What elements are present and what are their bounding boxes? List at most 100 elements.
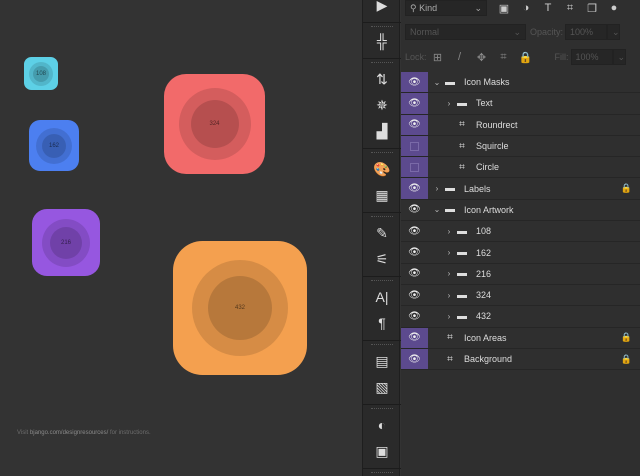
chevron-right-icon[interactable]: › <box>444 248 454 257</box>
fill-input[interactable]: 100% <box>570 49 613 65</box>
properties-icon[interactable]: ▤ <box>363 351 401 371</box>
libraries-icon[interactable]: ▣ <box>363 441 401 461</box>
play-icon[interactable]: ▶ <box>363 0 401 15</box>
icon-label: 216 <box>50 226 82 259</box>
eye-icon[interactable]: 👁 <box>401 327 428 348</box>
layer-row[interactable]: ⌗ Circle <box>401 157 640 179</box>
instructions-link[interactable]: bjango.com/designresources/ <box>30 430 108 436</box>
icon-324[interactable]: 324 <box>164 74 265 174</box>
chevron-down-icon: ⌄ <box>474 2 482 13</box>
notes-icon[interactable]: ▧ <box>363 377 401 397</box>
blend-mode-value: Normal <box>410 27 440 37</box>
footer-prefix: Visit <box>17 430 30 436</box>
eye-icon[interactable]: 👁 <box>401 114 428 135</box>
lock-artboard-icon[interactable]: ⌗ <box>493 51 515 64</box>
icon-216[interactable]: 216 <box>32 209 100 276</box>
opacity-dropdown[interactable]: ⌄ <box>607 24 621 40</box>
layer-row[interactable]: 👁 › ▬ Labels 🔒 <box>401 178 640 200</box>
lock-icon: 🔒 <box>620 183 632 194</box>
blend-mode-select[interactable]: Normal ⌄ <box>405 24 526 40</box>
image-filter-icon[interactable]: ▣ <box>493 2 515 15</box>
layer-name: Background <box>464 354 513 364</box>
smart-object-filter-icon[interactable]: ❐ <box>581 2 603 15</box>
brush-settings-icon[interactable]: ⚟ <box>363 249 401 269</box>
eye-icon[interactable]: 👁 <box>401 306 428 326</box>
visibility-toggle[interactable] <box>401 157 428 178</box>
color-palette-icon[interactable]: 🎨 <box>363 159 401 179</box>
icon-432[interactable]: 432 <box>173 241 307 375</box>
layer-row[interactable]: 👁 ⌗ Background 🔒 <box>401 348 640 371</box>
lock-pixels-icon[interactable]: ⊞ <box>427 51 449 64</box>
opacity-label: Opacity: <box>530 27 564 37</box>
layer-row[interactable]: 👁 ⌄ ▬ Icon Artwork <box>401 200 640 222</box>
icon-label: 162 <box>42 133 66 158</box>
icon-108[interactable]: 108 <box>24 57 58 90</box>
layer-name: Roundrect <box>476 119 518 130</box>
layers-panel: ⚲ Kind ⌄ ▣ ◑ T ⌗ ❐ ● Normal ⌄ Opacity: 100… <box>401 0 640 476</box>
filter-toggle[interactable]: ● <box>603 2 625 14</box>
shape-layer-icon: ⌗ <box>447 353 453 365</box>
paragraph-icon[interactable]: ¶ <box>363 313 401 333</box>
layer-row[interactable]: 👁 › ▬ 108 <box>401 221 640 243</box>
chevron-down-icon[interactable]: ⌄ <box>432 78 442 87</box>
adjustment-filter-icon[interactable]: ◑ <box>515 2 537 14</box>
layer-row[interactable]: 👁 ⌄ ▬ Icon Masks <box>401 72 640 94</box>
shape-layer-icon: ⌗ <box>459 119 465 131</box>
character-icon[interactable]: A| <box>363 287 401 307</box>
timeline-icon[interactable]: ╬ <box>363 31 401 51</box>
layer-name: Labels <box>464 183 491 194</box>
eye-icon[interactable]: 👁 <box>401 242 428 262</box>
fill-dropdown[interactable]: ⌄ <box>612 49 626 65</box>
lock-icon: 🔒 <box>620 332 632 343</box>
history-icon[interactable]: ⇅ <box>363 69 401 89</box>
layer-row[interactable]: ⌗ Squircle <box>401 135 640 158</box>
histogram-icon[interactable]: ▟ <box>363 121 401 141</box>
eye-icon[interactable]: 👁 <box>401 348 428 370</box>
chevron-right-icon[interactable]: › <box>432 184 442 193</box>
eye-icon[interactable]: 👁 <box>401 178 428 199</box>
folder-icon: ▬ <box>445 183 455 195</box>
eye-icon[interactable]: 👁 <box>401 285 428 305</box>
panel-toolstrip: ▶ ╬ ⇅ ✵ ▟ 🎨 ▦ ✎ ⚟ A| ¶ ▤ ▧ ◐ ▣ <box>362 0 401 476</box>
lock-brush-icon[interactable]: / <box>449 51 471 63</box>
layer-name: 162 <box>476 247 492 258</box>
layer-row[interactable]: 👁 › ▬ 162 <box>401 242 640 264</box>
layer-row[interactable]: 👁 › ▬ Text <box>401 93 640 115</box>
eye-icon[interactable]: 👁 <box>401 264 428 284</box>
shape-filter-icon[interactable]: ⌗ <box>559 2 581 15</box>
visibility-toggle[interactable] <box>401 135 428 157</box>
instructions-text: Visit bjango.com/designresources/ for in… <box>17 430 151 436</box>
lock-position-icon[interactable]: ✥ <box>471 51 493 64</box>
chevron-right-icon[interactable]: › <box>444 291 454 300</box>
folder-icon: ▬ <box>457 225 467 237</box>
layer-row[interactable]: 👁 › ▬ 216 <box>401 264 640 285</box>
brushes-icon[interactable]: ✎ <box>363 223 401 243</box>
filter-kind-value: Kind <box>419 3 438 13</box>
adjustments-icon[interactable]: ◐ <box>363 415 401 435</box>
layer-row[interactable]: 👁 ⌗ Roundrect <box>401 114 640 136</box>
swatches-grid-icon[interactable]: ▦ <box>363 185 401 205</box>
eye-icon[interactable]: 👁 <box>401 200 428 220</box>
chevron-down-icon[interactable]: ⌄ <box>432 205 442 214</box>
eye-icon[interactable]: 👁 <box>401 72 428 93</box>
lock-all-icon[interactable]: 🔒 <box>515 51 537 64</box>
icon-label: 108 <box>33 65 49 82</box>
chevron-right-icon[interactable]: › <box>444 99 454 108</box>
chevron-right-icon[interactable]: › <box>444 312 454 321</box>
document-canvas[interactable]: 108 162 216 324 432 Visit bjango.com/des… <box>0 0 362 476</box>
layer-row[interactable]: 👁 ⌗ Icon Areas 🔒 <box>401 327 640 349</box>
chevron-right-icon[interactable]: › <box>444 269 454 278</box>
icon-162[interactable]: 162 <box>29 120 79 171</box>
layer-row[interactable]: 👁 › ▬ 324 <box>401 285 640 307</box>
opacity-input[interactable]: 100% <box>565 24 608 40</box>
eye-icon[interactable]: 👁 <box>401 93 428 114</box>
chevron-right-icon[interactable]: › <box>444 227 454 236</box>
filter-kind-select[interactable]: ⚲ Kind ⌄ <box>405 0 487 16</box>
layer-row[interactable]: 👁 › ▬ 432 <box>401 306 640 328</box>
layer-name: 432 <box>476 311 492 322</box>
navigator-icon[interactable]: ✵ <box>363 95 401 115</box>
eye-icon[interactable]: 👁 <box>401 221 428 241</box>
folder-icon: ▬ <box>445 204 455 216</box>
type-filter-icon[interactable]: T <box>537 2 559 14</box>
layers-list: 👁 ⌄ ▬ Icon Masks 👁 › ▬ Text 👁 ⌗ Roundrect ⌗ Squircle… <box>401 72 640 371</box>
